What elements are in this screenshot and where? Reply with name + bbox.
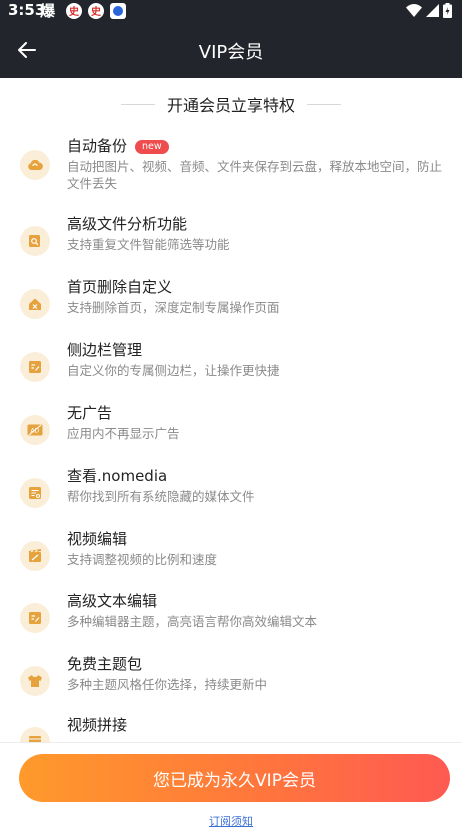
section-header: 开通会员立享特权: [0, 94, 462, 115]
section-title: 开通会员立享特权: [166, 96, 295, 115]
feature-desc: 多种编辑器主题，高亮语言帮你高效编辑文本: [67, 614, 318, 629]
subscription-terms-link[interactable]: 订阅须知: [0, 813, 462, 829]
no-ads-icon: AD: [20, 415, 50, 445]
feature-auto-backup: 自动备份 new 自动把图片、视频、音频、文件夹保存到云盘，释放本地空间，防止文件…: [0, 136, 462, 198]
feature-text-edit: 高级文本编辑 多种编辑器主题，高亮语言帮你高效编辑文本: [0, 591, 462, 653]
feature-title: 免费主题包: [67, 655, 143, 673]
video-edit-icon: [20, 541, 50, 571]
status-icons: [406, 2, 452, 19]
status-bar: 3:53 爆 史 史: [0, 0, 462, 22]
text-edit-icon: [20, 603, 50, 633]
file-search-icon: [20, 226, 50, 256]
feature-video-merge: 视频拼接: [0, 715, 462, 742]
home-delete-icon: [20, 289, 50, 319]
feature-title: 高级文件分析功能: [67, 215, 188, 233]
feature-title: 侧边栏管理: [67, 341, 143, 359]
feature-no-ads: AD 无广告 应用内不再显示广告: [0, 403, 462, 465]
notification-badge-2: 史: [88, 2, 104, 19]
feature-desc: 支持调整视频的比例和速度: [67, 552, 218, 567]
feature-desc: 帮你找到所有系统隐藏的媒体文件: [67, 489, 255, 504]
app-bar: VIP会员: [0, 22, 462, 78]
vip-benefits-list[interactable]: 开通会员立享特权 自动备份 new 自动把图片、视频、音频、文件夹保存到云盘，释放…: [0, 78, 462, 742]
new-badge: new: [135, 140, 169, 154]
notification-char: 爆: [40, 2, 56, 20]
feature-video-edit: 视频编辑 支持调整视频的比例和速度: [0, 529, 462, 591]
sidebar-edit-icon: [20, 352, 50, 382]
wifi-icon: [406, 4, 422, 17]
notification-app-icon: [110, 2, 126, 19]
feature-home-delete: 首页删除自定义 支持删除首页，深度定制专属操作页面: [0, 277, 462, 339]
feature-sidebar: 侧边栏管理 自定义你的专属侧边栏，让操作更快捷: [0, 340, 462, 402]
feature-desc: 支持删除首页，深度定制专属操作页面: [67, 300, 280, 315]
feature-desc: 自定义你的专属侧边栏，让操作更快捷: [67, 363, 280, 378]
page-title: VIP会员: [198, 42, 264, 63]
feature-title: 视频编辑: [67, 530, 128, 548]
cloud-sync-icon: [20, 150, 50, 180]
bottom-bar: 您已成为永久VIP会员 订阅须知: [0, 742, 462, 831]
feature-desc: 自动把图片、视频、音频、文件夹保存到云盘，释放本地空间，防止文件丢失: [67, 159, 443, 191]
feature-title: 高级文本编辑: [67, 592, 158, 610]
feature-file-analysis: 高级文件分析功能 支持重复文件智能筛选等功能: [0, 214, 462, 276]
feature-desc: 应用内不再显示广告: [67, 426, 180, 441]
feature-title: 自动备份 new: [67, 136, 169, 156]
vip-status-button[interactable]: 您已成为永久VIP会员: [19, 754, 450, 802]
divider-right: [307, 103, 341, 105]
feature-title: 首页删除自定义: [67, 278, 173, 296]
feature-nomedia: 查看.nomedia 帮你找到所有系统隐藏的媒体文件: [0, 466, 462, 528]
divider-left: [120, 103, 155, 105]
feature-desc: 多种主题风格任你选择，持续更新中: [67, 677, 268, 692]
theme-shirt-icon: [20, 666, 50, 696]
battery-icon: [443, 3, 452, 18]
notification-badge-1: 史: [66, 2, 82, 19]
feature-title: 无广告: [67, 404, 113, 422]
svg-text:AD: AD: [31, 428, 40, 435]
video-merge-icon: [20, 727, 50, 742]
signal-icon: [426, 4, 439, 17]
feature-theme-pack: 免费主题包 多种主题风格任你选择，持续更新中: [0, 654, 462, 716]
hidden-media-icon: [20, 478, 50, 508]
feature-title: 查看.nomedia: [67, 467, 168, 485]
feature-title: 视频拼接: [67, 716, 128, 734]
feature-desc: 支持重复文件智能筛选等功能: [67, 237, 230, 252]
